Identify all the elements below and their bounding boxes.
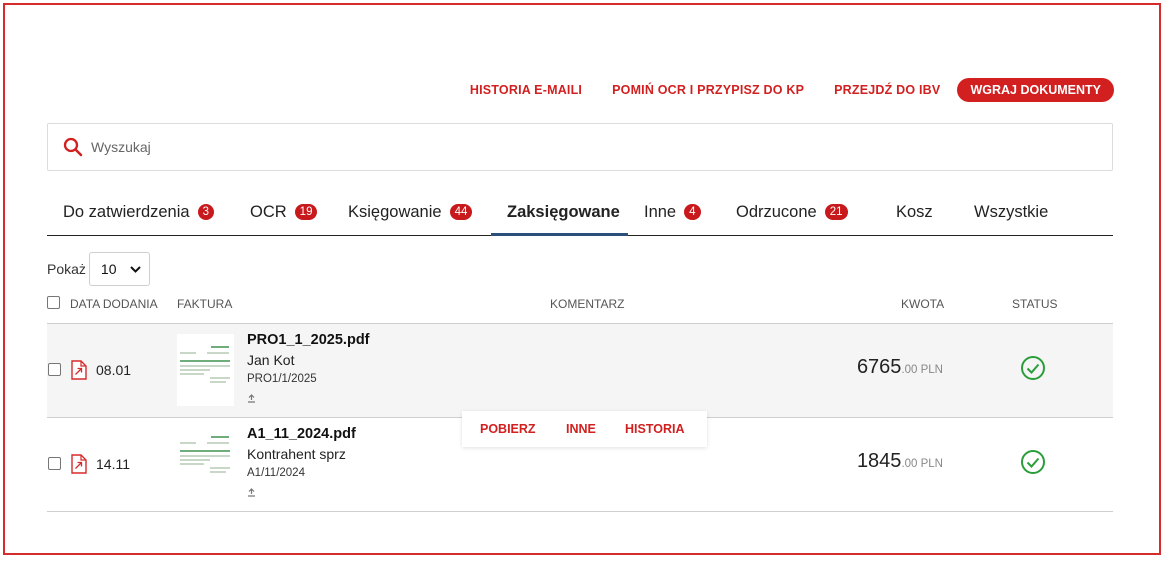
table-header: DATA DODANIA FAKTURA KOMENTARZ KWOTA STA… — [47, 292, 1113, 324]
count-badge: 21 — [824, 204, 848, 220]
tab-label: OCR — [250, 202, 287, 221]
count-badge: 3 — [197, 204, 214, 220]
column-amount: KWOTA — [901, 297, 945, 311]
column-status: STATUS — [1012, 297, 1058, 311]
amount: 6765.00 PLN — [857, 356, 943, 379]
amount-decimal: .00 PLN — [901, 458, 943, 470]
row-actions-popover: POBIERZ INNE HISTORIA — [462, 411, 707, 447]
select-all-checkbox[interactable] — [47, 296, 60, 309]
pdf-file-icon[interactable] — [71, 454, 87, 474]
tab-inne[interactable]: Inne 4 — [644, 189, 701, 235]
tab-label: Zaksięgowane — [507, 202, 620, 221]
file-name[interactable]: A1_11_2024.pdf — [247, 426, 356, 442]
tab-ksiegowanie[interactable]: Księgowanie 44 — [348, 189, 473, 235]
status-tabs: Do zatwierdzenia 3 OCR 19 Księgowanie 44… — [47, 189, 1113, 236]
status-ok-icon — [1021, 450, 1045, 474]
page-size-value: 10 — [100, 261, 117, 277]
tab-label: Wszystkie — [974, 202, 1049, 221]
history-button[interactable]: HISTORIA — [625, 422, 685, 436]
count-badge: 19 — [294, 204, 318, 220]
go-ibv-link[interactable]: PRZEJDŹ DO IBV — [834, 83, 940, 97]
tab-zaksiegowane[interactable]: Zaksięgowane — [507, 189, 620, 235]
column-comment: KOMENTARZ — [550, 297, 625, 311]
column-invoice: FAKTURA — [177, 297, 233, 311]
tab-label: Do zatwierdzenia — [63, 202, 190, 221]
tab-label: Księgowanie — [348, 202, 442, 221]
table-row[interactable]: 08.01 PRO1_1_2025.pdf Jan Kot PRO1/1/202… — [47, 324, 1113, 418]
upload-documents-button[interactable]: WGRAJ DOKUMENTY — [957, 78, 1114, 102]
page-size-label: Pokaż — [47, 261, 86, 277]
search-icon — [63, 137, 83, 157]
status-ok-icon — [1021, 356, 1045, 380]
page-size-select[interactable]: 10 — [88, 252, 150, 286]
tab-label: Inne — [644, 202, 677, 221]
contractor-name: Kontrahent sprz — [247, 446, 346, 462]
amount-integer: 6765 — [856, 356, 902, 378]
invoice-thumbnail[interactable] — [177, 334, 234, 406]
document-number: A1/11/2024 — [247, 467, 305, 479]
contractor-name: Jan Kot — [247, 352, 295, 368]
upload-icon — [248, 394, 255, 403]
tab-do-zatwierdzenia[interactable]: Do zatwierdzenia 3 — [63, 189, 214, 235]
upload-icon — [248, 488, 255, 497]
invoice-thumbnail[interactable] — [177, 428, 234, 500]
skip-ocr-link[interactable]: POMIŃ OCR I PRZYPISZ DO KP — [612, 83, 804, 97]
row-checkbox[interactable] — [48, 457, 61, 470]
row-checkbox[interactable] — [48, 363, 61, 376]
amount-decimal: .00 PLN — [901, 364, 943, 376]
document-number: PRO1/1/2025 — [247, 373, 317, 385]
tab-kosz[interactable]: Kosz — [896, 189, 933, 235]
other-button[interactable]: INNE — [566, 422, 596, 436]
tab-ocr[interactable]: OCR 19 — [250, 189, 318, 235]
tab-label: Kosz — [896, 202, 933, 221]
tab-odrzucone[interactable]: Odrzucone 21 — [736, 189, 848, 235]
column-date: DATA DODANIA — [70, 297, 158, 311]
date-added: 08.01 — [96, 362, 132, 378]
file-name[interactable]: PRO1_1_2025.pdf — [247, 332, 370, 348]
count-badge: 44 — [449, 204, 473, 220]
chevron-down-icon — [130, 265, 141, 273]
tab-wszystkie[interactable]: Wszystkie — [974, 189, 1048, 235]
amount-integer: 1845 — [856, 450, 902, 472]
download-button[interactable]: POBIERZ — [480, 422, 536, 436]
tab-label: Odrzucone — [736, 202, 817, 221]
page-size-control: Pokaż 10 — [47, 252, 150, 286]
pdf-file-icon[interactable] — [71, 360, 87, 380]
search-input[interactable] — [91, 139, 991, 155]
email-history-link[interactable]: HISTORIA E-MAILI — [470, 83, 582, 97]
toolbar: HISTORIA E-MAILI POMIŃ OCR I PRZYPISZ DO… — [440, 78, 1114, 102]
date-added: 14.11 — [96, 456, 130, 472]
search-box — [47, 123, 1113, 171]
amount: 1845.00 PLN — [857, 450, 943, 473]
active-tab-indicator — [491, 233, 628, 236]
count-badge: 4 — [684, 204, 701, 220]
